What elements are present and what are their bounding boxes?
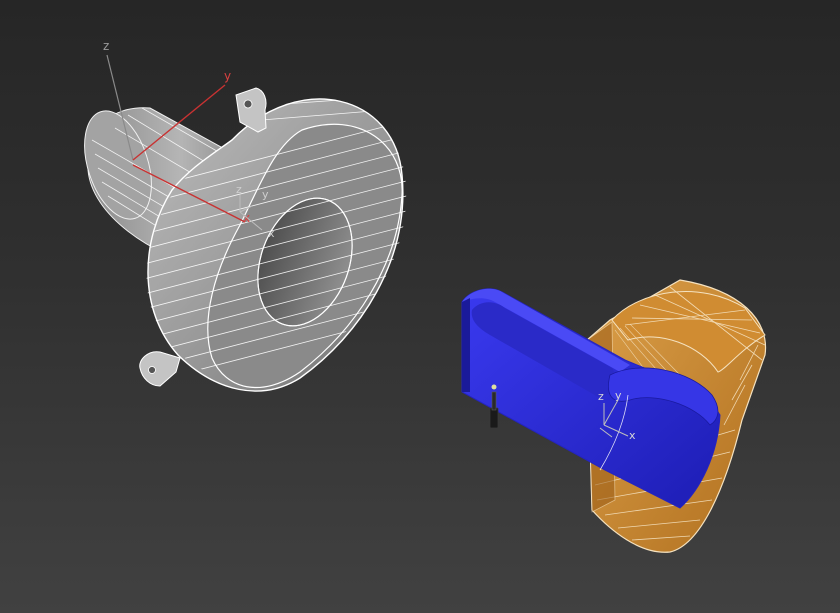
left-pivot-y-label: y bbox=[262, 188, 269, 201]
left-top-tab bbox=[235, 87, 267, 133]
right-pivot-y-label: y bbox=[615, 389, 622, 402]
world-z-label: z bbox=[103, 39, 109, 53]
left-bottom-tab bbox=[139, 351, 181, 387]
3d-viewport[interactable]: z y x z y x bbox=[0, 0, 840, 613]
left-pivot-x-label: x bbox=[268, 227, 275, 240]
world-y-label: y bbox=[224, 69, 231, 83]
right-pivot-x-label: x bbox=[629, 429, 636, 442]
left-duct-object[interactable] bbox=[72, 87, 410, 392]
viewport-scene[interactable]: z y x z y x bbox=[0, 0, 840, 613]
left-pivot-z-label: z bbox=[236, 183, 242, 196]
right-pivot-z-label: z bbox=[598, 390, 604, 403]
